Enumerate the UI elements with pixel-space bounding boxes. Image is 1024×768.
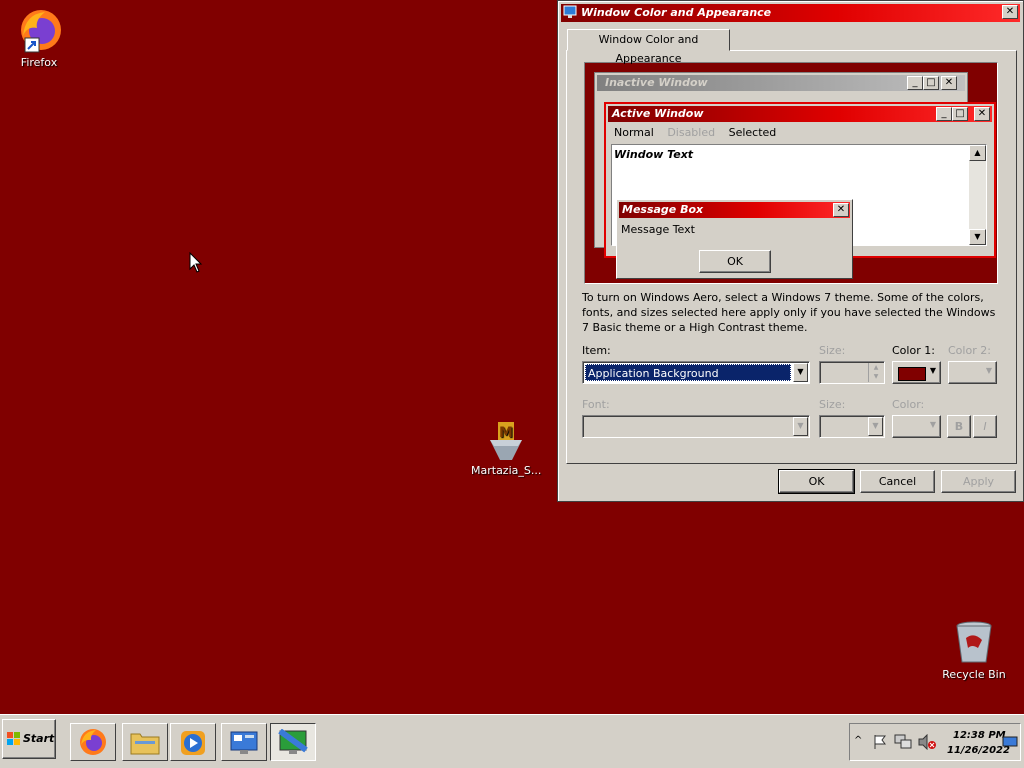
firefox-icon: [15, 6, 63, 54]
show-hidden-icons-icon[interactable]: ^: [854, 735, 862, 746]
chevron-down-icon: ▼: [868, 417, 883, 436]
menu-selected: Selected: [728, 126, 777, 139]
menu-normal: Normal: [614, 126, 654, 139]
preview-msg-ok: OK: [699, 250, 771, 273]
windows-logo-icon: [7, 732, 21, 749]
show-desktop-icon[interactable]: [1002, 736, 1018, 751]
color1-label: Color 1:: [892, 344, 935, 357]
close-button[interactable]: ✕: [1002, 5, 1018, 19]
svg-text:M: M: [499, 425, 513, 441]
desktop-icon-firefox[interactable]: Firefox: [4, 6, 74, 69]
firefox-icon: [78, 727, 108, 760]
cancel-button[interactable]: Cancel: [860, 470, 935, 493]
preview-msg-title: Message Box: [619, 202, 850, 218]
desktop-icon-label: Recycle Bin: [942, 668, 1006, 681]
dialog-title: Window Color and Appearance: [581, 6, 772, 19]
taskbar-explorer[interactable]: [122, 723, 168, 761]
item-selected-value: Application Background: [585, 364, 791, 381]
desktop-icon-recycle-bin[interactable]: Recycle Bin: [939, 618, 1009, 681]
color1-swatch: [898, 367, 926, 381]
monitor-icon: [563, 5, 577, 19]
taskbar: Start ^ 12:38 PM 11/26/2022: [0, 714, 1024, 768]
inactive-close-icon: ✕: [941, 76, 957, 90]
start-label: Start: [23, 732, 55, 745]
mouse-cursor-icon: [189, 251, 203, 277]
color1-picker[interactable]: ▼: [892, 361, 941, 384]
preview-menu: Normal Disabled Selected: [614, 125, 776, 141]
aero-info-text: To turn on Windows Aero, select a Window…: [582, 291, 996, 334]
msg-close-icon: ✕: [833, 203, 849, 217]
color2-label: Color 2:: [948, 344, 991, 357]
active-close-icon: ✕: [974, 107, 990, 121]
inactive-maximize-icon: □: [923, 76, 939, 90]
tab-window-color[interactable]: Window Color and Appearance: [567, 29, 730, 65]
start-button[interactable]: Start: [2, 719, 56, 759]
window-color-dialog: Window Color and Appearance ✕ Window Col…: [557, 0, 1024, 502]
control-panel-icon: [229, 729, 259, 760]
item-label: Item:: [582, 344, 611, 357]
preview-scrollbar: ▲ ▼: [969, 145, 986, 245]
desktop-icon-label: Firefox: [20, 56, 58, 69]
active-minimize-icon: _: [936, 107, 952, 121]
taskbar-control-panel[interactable]: [221, 723, 267, 761]
chevron-down-icon: ▼: [929, 420, 936, 429]
inactive-minimize-icon: _: [907, 76, 923, 90]
preview-area: Inactive Window _ □ ✕ Active Window _ □ …: [584, 62, 998, 284]
preview-msg-text: Message Text: [621, 223, 695, 236]
desktop-icon-martazia[interactable]: M Martazia_S...: [471, 414, 541, 477]
color2-picker[interactable]: ▼: [948, 361, 997, 384]
scroll-up-icon: ▲: [969, 145, 986, 161]
preview-active-title: Active Window: [608, 106, 992, 122]
clock-time[interactable]: 12:38 PM: [953, 730, 1006, 741]
system-tray: ^ 12:38 PM 11/26/2022: [849, 723, 1021, 761]
chevron-down-icon: ▼: [985, 366, 992, 375]
desktop-icon-label: Martazia_S...: [471, 464, 542, 477]
folder-icon: [130, 729, 160, 758]
font-color-picker[interactable]: ▼: [892, 415, 941, 438]
taskbar-media-player[interactable]: [170, 723, 216, 761]
recycle-bin-icon: [950, 618, 998, 666]
taskbar-display-settings[interactable]: [270, 723, 316, 761]
preview-message-box: Message Box ✕ Message Text OK: [616, 199, 853, 279]
display-icon: [278, 728, 308, 760]
taskbar-firefox[interactable]: [70, 723, 116, 761]
item-select[interactable]: Application Background ▼: [582, 361, 810, 384]
size-label: Size:: [819, 344, 846, 357]
font-size-select[interactable]: ▼: [819, 415, 885, 438]
action-center-flag-icon[interactable]: [872, 734, 888, 753]
font-label: Font:: [582, 398, 610, 411]
size-spinner[interactable]: ▲ ▼: [819, 361, 885, 384]
font-size-label: Size:: [819, 398, 846, 411]
font-color-label: Color:: [892, 398, 925, 411]
spinner-arrows-icon: ▲ ▼: [868, 363, 883, 382]
clock-date[interactable]: 11/26/2022: [947, 745, 1010, 756]
media-player-icon: [179, 729, 207, 760]
scroll-down-icon: ▼: [969, 229, 986, 245]
bold-button[interactable]: B: [947, 415, 971, 438]
chevron-down-icon: ▼: [793, 417, 808, 436]
network-icon[interactable]: [894, 734, 912, 753]
font-select[interactable]: ▼: [582, 415, 810, 438]
active-maximize-icon: □: [952, 107, 968, 121]
apply-button[interactable]: Apply: [941, 470, 1016, 493]
preview-window-text: Window Text: [614, 148, 694, 161]
chevron-down-icon: ▼: [929, 366, 936, 375]
chevron-down-icon[interactable]: ▼: [793, 363, 808, 382]
ok-button[interactable]: OK: [778, 469, 855, 494]
menu-disabled: Disabled: [667, 126, 716, 139]
floating-island-icon: M: [482, 414, 530, 462]
dialog-titlebar[interactable]: Window Color and Appearance ✕: [561, 4, 1020, 22]
volume-muted-icon[interactable]: [918, 733, 936, 753]
italic-button[interactable]: I: [973, 415, 997, 438]
